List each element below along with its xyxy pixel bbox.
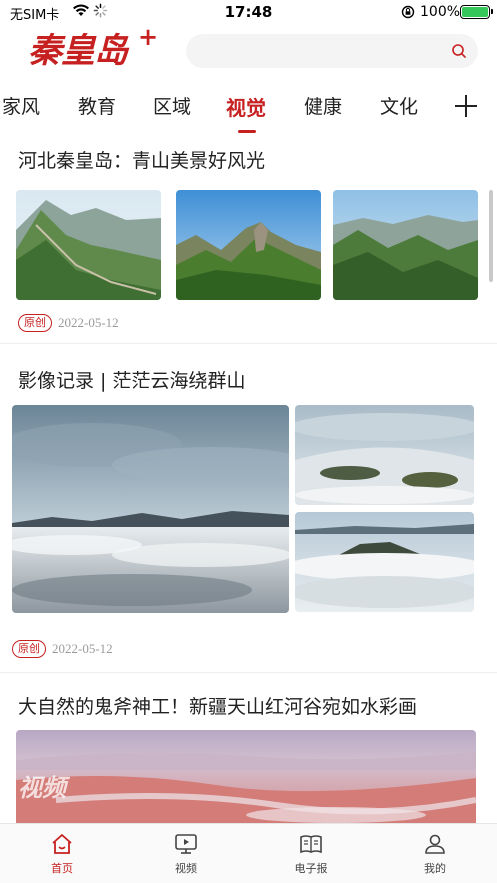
original-badge: 原创 — [18, 313, 52, 332]
scrollbar[interactable] — [489, 190, 493, 282]
publish-date: 2022-05-12 — [58, 314, 119, 330]
tab-jiankang[interactable]: 健康 — [304, 92, 342, 119]
cloud-sea-bottom-photo[interactable] — [295, 512, 474, 612]
search-input[interactable] — [186, 34, 478, 68]
tab-home-label: 首页 — [51, 862, 73, 875]
tab-shijue[interactable]: 视觉 — [226, 92, 266, 121]
profile-icon — [425, 834, 445, 854]
tab-profile-label: 我的 — [424, 862, 446, 875]
battery-icon — [460, 5, 493, 19]
video-icon — [175, 834, 197, 854]
article-title[interactable]: 河北秦皇岛：青山美景好风光 — [18, 146, 265, 173]
mountain-valley-photo[interactable] — [333, 190, 478, 300]
tab-jiafeng[interactable]: 家风 — [2, 92, 40, 119]
home-icon — [52, 834, 72, 854]
article-title[interactable]: 大自然的鬼斧神工！新疆天山红河谷宛如水彩画 — [18, 692, 417, 719]
channel-tabs: 家风 教育 区域 视觉 健康 文化 — [0, 84, 497, 133]
tab-jiaoyu[interactable]: 教育 — [78, 92, 116, 119]
logo-plus: + — [138, 22, 158, 51]
article-meta: 原创 2022-05-12 — [18, 312, 119, 332]
video-watermark: 视频 — [18, 774, 66, 802]
tab-epaper[interactable]: 电子报 — [271, 832, 351, 876]
tab-epaper-label: 电子报 — [294, 862, 328, 875]
tab-home[interactable]: 首页 — [22, 832, 102, 876]
search-icon[interactable] — [451, 43, 467, 59]
tab-video-label: 视频 — [175, 862, 197, 875]
article-meta: 原创 2022-05-12 — [12, 638, 113, 658]
tab-video[interactable]: 视频 — [146, 832, 226, 876]
tab-quyu[interactable]: 区域 — [153, 92, 191, 119]
great-wall-ridge-photo[interactable] — [16, 190, 161, 300]
app-logo: 秦皇岛 + — [28, 22, 158, 74]
red-valley-video-cover[interactable]: 视频 — [16, 730, 476, 824]
divider — [0, 343, 497, 344]
newspaper-icon — [300, 835, 322, 854]
original-badge: 原创 — [12, 639, 46, 658]
logo-text: 秦皇岛 — [28, 31, 128, 71]
tab-profile[interactable]: 我的 — [395, 832, 475, 876]
plus-icon[interactable] — [452, 92, 480, 120]
tabs-fade — [426, 84, 454, 132]
active-tab-indicator — [238, 130, 256, 133]
status-bar: 无SIM卡 17:48 100% — [0, 0, 497, 26]
publish-date: 2022-05-12 — [52, 640, 113, 656]
orientation-lock-icon — [401, 5, 415, 19]
rocky-peak-photo[interactable] — [176, 190, 321, 300]
divider — [0, 672, 497, 673]
battery-percent: 100% — [420, 4, 461, 20]
cloud-sea-large-photo[interactable] — [12, 405, 289, 613]
tab-wenhua[interactable]: 文化 — [380, 92, 418, 119]
cloud-sea-top-photo[interactable] — [295, 405, 474, 505]
bottom-tab-bar: 首页 视频 电子报 我的 — [0, 823, 497, 883]
article-title[interactable]: 影像记录 | 茫茫云海绕群山 — [18, 366, 245, 393]
